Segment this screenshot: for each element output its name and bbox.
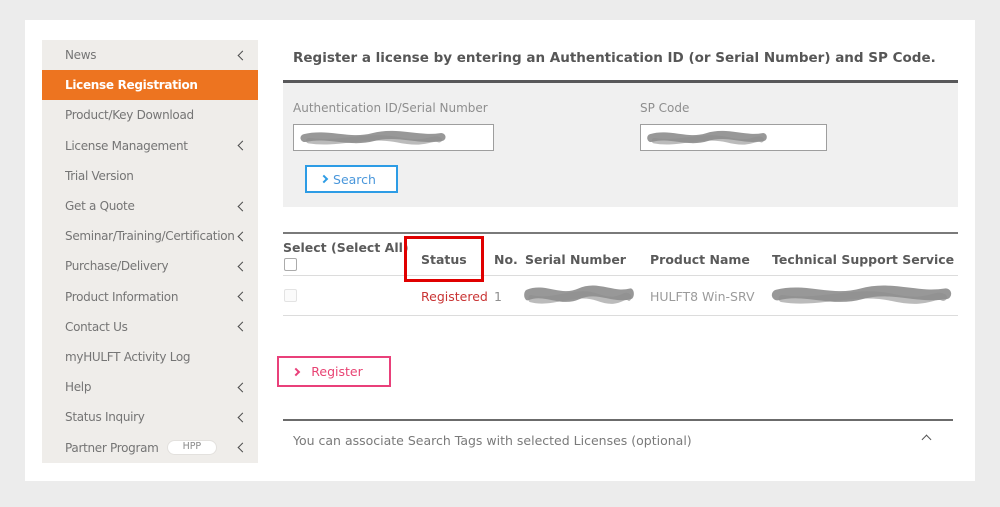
sidebar-item-label: Partner Program	[65, 441, 159, 455]
auth-id-input[interactable]	[293, 124, 494, 151]
serial-number-header: Serial Number	[525, 252, 626, 267]
product-name-header: Product Name	[650, 252, 750, 267]
no-header: No.	[494, 252, 518, 267]
sidebar-item-product-information[interactable]: Product Information	[42, 282, 258, 312]
search-tags-note: You can associate Search Tags with selec…	[293, 433, 692, 448]
search-button[interactable]: Search	[305, 165, 398, 193]
license-search-panel: Authentication ID/Serial Number SP Code …	[283, 80, 958, 207]
sidebar-item-label: Contact Us	[65, 320, 128, 334]
sidebar-item-license-management[interactable]: License Management	[42, 131, 258, 161]
sidebar-item-license-registration[interactable]: License Registration	[42, 70, 258, 100]
sidebar-item-label: Seminar/Training/Certification	[65, 229, 235, 243]
register-button-label: Register	[299, 364, 389, 379]
sidebar-item-label: License Management	[65, 139, 188, 153]
sidebar-item-label: Product/Key Download	[65, 108, 194, 122]
chevron-left-icon	[238, 443, 248, 453]
redacted-auth-id-value	[299, 129, 447, 147]
collapse-toggle[interactable]	[923, 436, 935, 448]
sidebar-item-get-a-quote[interactable]: Get a Quote	[42, 191, 258, 221]
register-button[interactable]: Register	[277, 356, 391, 387]
search-tags-section: You can associate Search Tags with selec…	[283, 419, 953, 421]
redacted-sp-code-value	[646, 129, 768, 147]
page-title: Register a license by entering an Authen…	[293, 50, 968, 66]
sidebar-item-partner-program[interactable]: Partner Program HPP	[42, 432, 258, 462]
product-name-value: HULFT8 Win-SRV	[650, 289, 755, 304]
chevron-left-icon	[238, 322, 248, 332]
sidebar-item-label: Trial Version	[65, 169, 134, 183]
redacted-serial-number	[523, 283, 635, 307]
sidebar-item-label: Status Inquiry	[65, 410, 145, 424]
sidebar-item-trial-version[interactable]: Trial Version	[42, 161, 258, 191]
chevron-left-icon	[238, 261, 248, 271]
sidebar-item-label: Get a Quote	[65, 199, 135, 213]
chevron-left-icon	[238, 50, 248, 60]
content-card: News License Registration Product/Key Do…	[25, 20, 975, 481]
status-header: Status	[421, 252, 467, 267]
hpp-badge: HPP	[167, 440, 218, 455]
sidebar-item-purchase-delivery[interactable]: Purchase/Delivery	[42, 251, 258, 281]
table-header-row: Select (Select All) Status No. Serial Nu…	[283, 234, 958, 276]
sidebar-item-contact-us[interactable]: Contact Us	[42, 312, 258, 342]
sidebar-item-label: Help	[65, 380, 91, 394]
select-all-checkbox[interactable]	[284, 258, 297, 271]
chevron-left-icon	[238, 412, 248, 422]
status-value: Registered	[421, 289, 488, 304]
chevron-up-icon	[922, 435, 932, 445]
sidebar-item-product-key-download[interactable]: Product/Key Download	[42, 100, 258, 130]
sp-code-input[interactable]	[640, 124, 827, 151]
sp-code-label: SP Code	[640, 101, 689, 115]
sidebar-item-label: License Registration	[65, 78, 198, 92]
auth-id-label: Authentication ID/Serial Number	[293, 101, 488, 115]
search-button-label: Search	[327, 172, 396, 187]
chevron-left-icon	[238, 201, 248, 211]
sidebar-item-status-inquiry[interactable]: Status Inquiry	[42, 402, 258, 432]
chevron-left-icon	[238, 292, 248, 302]
sidebar-item-label: Purchase/Delivery	[65, 259, 168, 273]
sidebar-item-myhulft-activity-log[interactable]: myHULFT Activity Log	[42, 342, 258, 372]
sidebar-item-label: Product Information	[65, 290, 178, 304]
chevron-left-icon	[238, 382, 248, 392]
tech-support-header: Technical Support Service	[772, 252, 954, 267]
redacted-tech-support-value	[770, 283, 953, 307]
sidebar-nav: News License Registration Product/Key Do…	[42, 40, 258, 463]
table-row: Registered 1 HULFT8 Win-SRV	[283, 276, 958, 316]
sidebar-item-seminar-training-certification[interactable]: Seminar/Training/Certification	[42, 221, 258, 251]
sidebar-item-label: News	[65, 48, 96, 62]
sidebar-item-label: myHULFT Activity Log	[65, 350, 190, 364]
chevron-left-icon	[238, 231, 248, 241]
sidebar-item-news[interactable]: News	[42, 40, 258, 70]
row-select-checkbox[interactable]	[284, 289, 297, 302]
chevron-left-icon	[238, 141, 248, 151]
license-table: Select (Select All) Status No. Serial Nu…	[283, 232, 958, 316]
no-value: 1	[494, 289, 502, 304]
select-all-header: Select (Select All)	[283, 240, 409, 255]
sidebar-item-help[interactable]: Help	[42, 372, 258, 402]
